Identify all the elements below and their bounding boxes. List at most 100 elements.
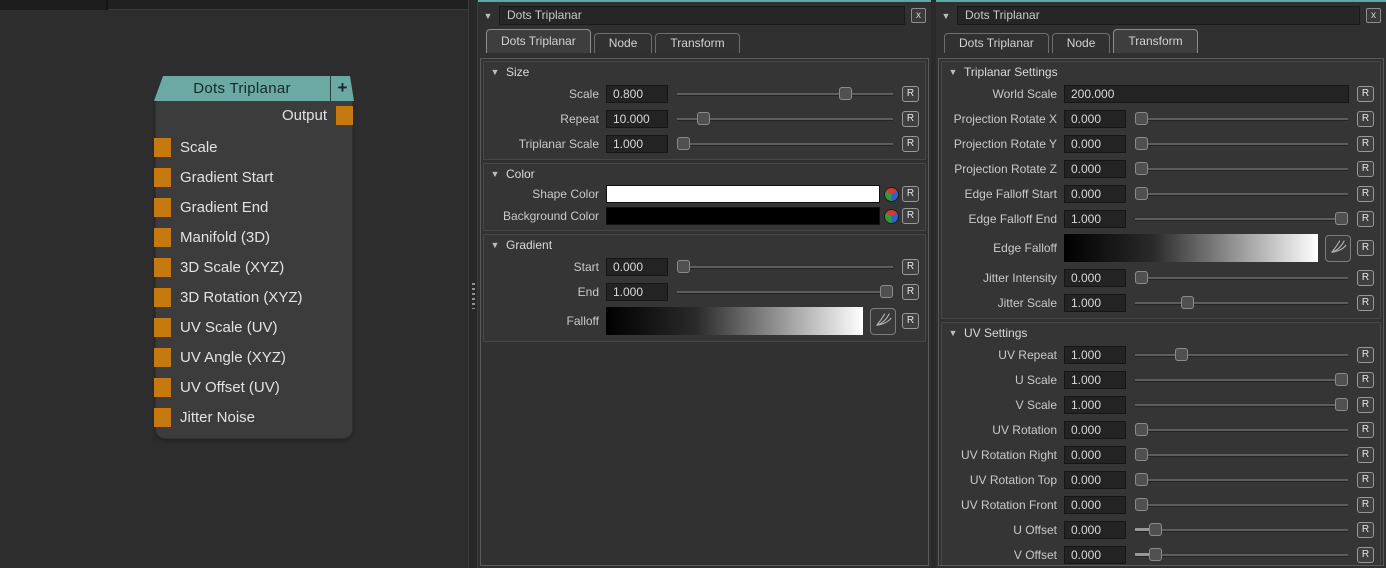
- value-input[interactable]: 10.000: [606, 110, 668, 128]
- gradient-preview[interactable]: [606, 307, 863, 335]
- slider-track[interactable]: [1135, 454, 1348, 456]
- slider-handle-icon[interactable]: [677, 260, 690, 273]
- reset-button[interactable]: R: [902, 208, 919, 224]
- slider-handle-icon[interactable]: [1135, 473, 1148, 486]
- slider[interactable]: [1135, 294, 1348, 312]
- value-input[interactable]: 1.000: [1064, 396, 1126, 414]
- dots-triplanar-node[interactable]: Dots Triplanar + Output ScaleGradient St…: [154, 76, 354, 438]
- slider-track[interactable]: [677, 143, 893, 145]
- slider-handle-icon[interactable]: [1135, 187, 1148, 200]
- value-input[interactable]: 0.000: [1064, 496, 1126, 514]
- slider-handle-icon[interactable]: [1135, 498, 1148, 511]
- value-input[interactable]: 1.000: [1064, 294, 1126, 312]
- input-port-icon[interactable]: [154, 348, 171, 367]
- input-port-icon[interactable]: [154, 228, 171, 247]
- input-port-icon[interactable]: [154, 138, 171, 157]
- value-input[interactable]: 0.000: [1064, 110, 1126, 128]
- slider-track[interactable]: [1135, 479, 1348, 481]
- reset-button[interactable]: R: [1357, 497, 1374, 513]
- slider-track[interactable]: [1135, 529, 1348, 531]
- tab-dots-triplanar[interactable]: Dots Triplanar: [486, 29, 591, 53]
- rgb-picker-icon[interactable]: [885, 210, 898, 223]
- rgb-picker-icon[interactable]: [885, 188, 898, 201]
- section-header[interactable]: ▼Color: [486, 164, 923, 183]
- slider-track[interactable]: [1135, 277, 1348, 279]
- reset-button[interactable]: R: [902, 284, 919, 300]
- slider[interactable]: [1135, 160, 1348, 178]
- value-input[interactable]: 1.000: [1064, 210, 1126, 228]
- add-output-button[interactable]: +: [330, 76, 354, 101]
- slider-track[interactable]: [677, 291, 893, 293]
- input-port-icon[interactable]: [154, 168, 171, 187]
- slider-track[interactable]: [1135, 404, 1348, 406]
- value-input[interactable]: 0.000: [1064, 471, 1126, 489]
- slider[interactable]: [1135, 446, 1348, 464]
- slider[interactable]: [1135, 371, 1348, 389]
- splitter-grip-icon[interactable]: [472, 283, 475, 309]
- close-icon[interactable]: x: [1366, 8, 1381, 23]
- slider-handle-icon[interactable]: [1335, 373, 1348, 386]
- reset-button[interactable]: R: [1357, 347, 1374, 363]
- reset-button[interactable]: R: [1357, 211, 1374, 227]
- slider[interactable]: [1135, 521, 1348, 539]
- section-header[interactable]: ▼Size: [486, 62, 923, 81]
- value-input[interactable]: 0.000: [1064, 421, 1126, 439]
- slider[interactable]: [677, 135, 893, 153]
- slider-handle-icon[interactable]: [1335, 398, 1348, 411]
- slider-track[interactable]: [1135, 168, 1348, 170]
- slider-track[interactable]: [677, 93, 893, 95]
- value-input[interactable]: 0.000: [1064, 521, 1126, 539]
- value-input[interactable]: 1.000: [606, 135, 668, 153]
- slider-handle-icon[interactable]: [1135, 423, 1148, 436]
- reset-button[interactable]: R: [1357, 186, 1374, 202]
- value-input[interactable]: 0.000: [1064, 160, 1126, 178]
- slider[interactable]: [1135, 421, 1348, 439]
- collapse-icon[interactable]: ▼: [490, 67, 500, 77]
- input-port-icon[interactable]: [154, 408, 171, 427]
- slider-handle-icon[interactable]: [1149, 523, 1162, 536]
- value-input[interactable]: 0.000: [1064, 446, 1126, 464]
- reset-button[interactable]: R: [1357, 136, 1374, 152]
- graph-tab[interactable]: [0, 0, 108, 10]
- input-port-icon[interactable]: [154, 258, 171, 277]
- slider-track[interactable]: [1135, 354, 1348, 356]
- input-port-icon[interactable]: [154, 378, 171, 397]
- reset-button[interactable]: R: [1357, 447, 1374, 463]
- slider-handle-icon[interactable]: [1135, 271, 1148, 284]
- reset-button[interactable]: R: [1357, 422, 1374, 438]
- slider[interactable]: [677, 258, 893, 276]
- slider[interactable]: [1135, 546, 1348, 564]
- slider-handle-icon[interactable]: [1135, 162, 1148, 175]
- slider-track[interactable]: [677, 266, 893, 268]
- reset-button[interactable]: R: [902, 136, 919, 152]
- slider-handle-icon[interactable]: [697, 112, 710, 125]
- input-port-icon[interactable]: [154, 198, 171, 217]
- slider[interactable]: [1135, 346, 1348, 364]
- reset-button[interactable]: R: [1357, 522, 1374, 538]
- reset-button[interactable]: R: [1357, 547, 1374, 563]
- tab-node[interactable]: Node: [1052, 33, 1111, 53]
- slider[interactable]: [1135, 210, 1348, 228]
- panel-splitter[interactable]: [468, 0, 478, 568]
- slider[interactable]: [1135, 496, 1348, 514]
- slider[interactable]: [677, 283, 893, 301]
- slider-track[interactable]: [1135, 429, 1348, 431]
- reset-button[interactable]: R: [1357, 161, 1374, 177]
- input-port-icon[interactable]: [154, 288, 171, 307]
- slider-handle-icon[interactable]: [677, 137, 690, 150]
- reset-button[interactable]: R: [1357, 397, 1374, 413]
- node-header[interactable]: Dots Triplanar +: [154, 76, 354, 101]
- collapse-icon[interactable]: ▼: [941, 11, 951, 21]
- close-icon[interactable]: x: [911, 8, 926, 23]
- value-input[interactable]: 1.000: [606, 283, 668, 301]
- reset-button[interactable]: R: [1357, 86, 1374, 102]
- slider[interactable]: [1135, 471, 1348, 489]
- slider-handle-icon[interactable]: [1335, 212, 1348, 225]
- reset-button[interactable]: R: [902, 111, 919, 127]
- slider-handle-icon[interactable]: [1175, 348, 1188, 361]
- collapse-icon[interactable]: ▼: [948, 328, 958, 338]
- collapse-icon[interactable]: ▼: [490, 240, 500, 250]
- reset-button[interactable]: R: [1357, 295, 1374, 311]
- tab-node[interactable]: Node: [594, 33, 653, 53]
- value-input[interactable]: 0.000: [1064, 546, 1126, 564]
